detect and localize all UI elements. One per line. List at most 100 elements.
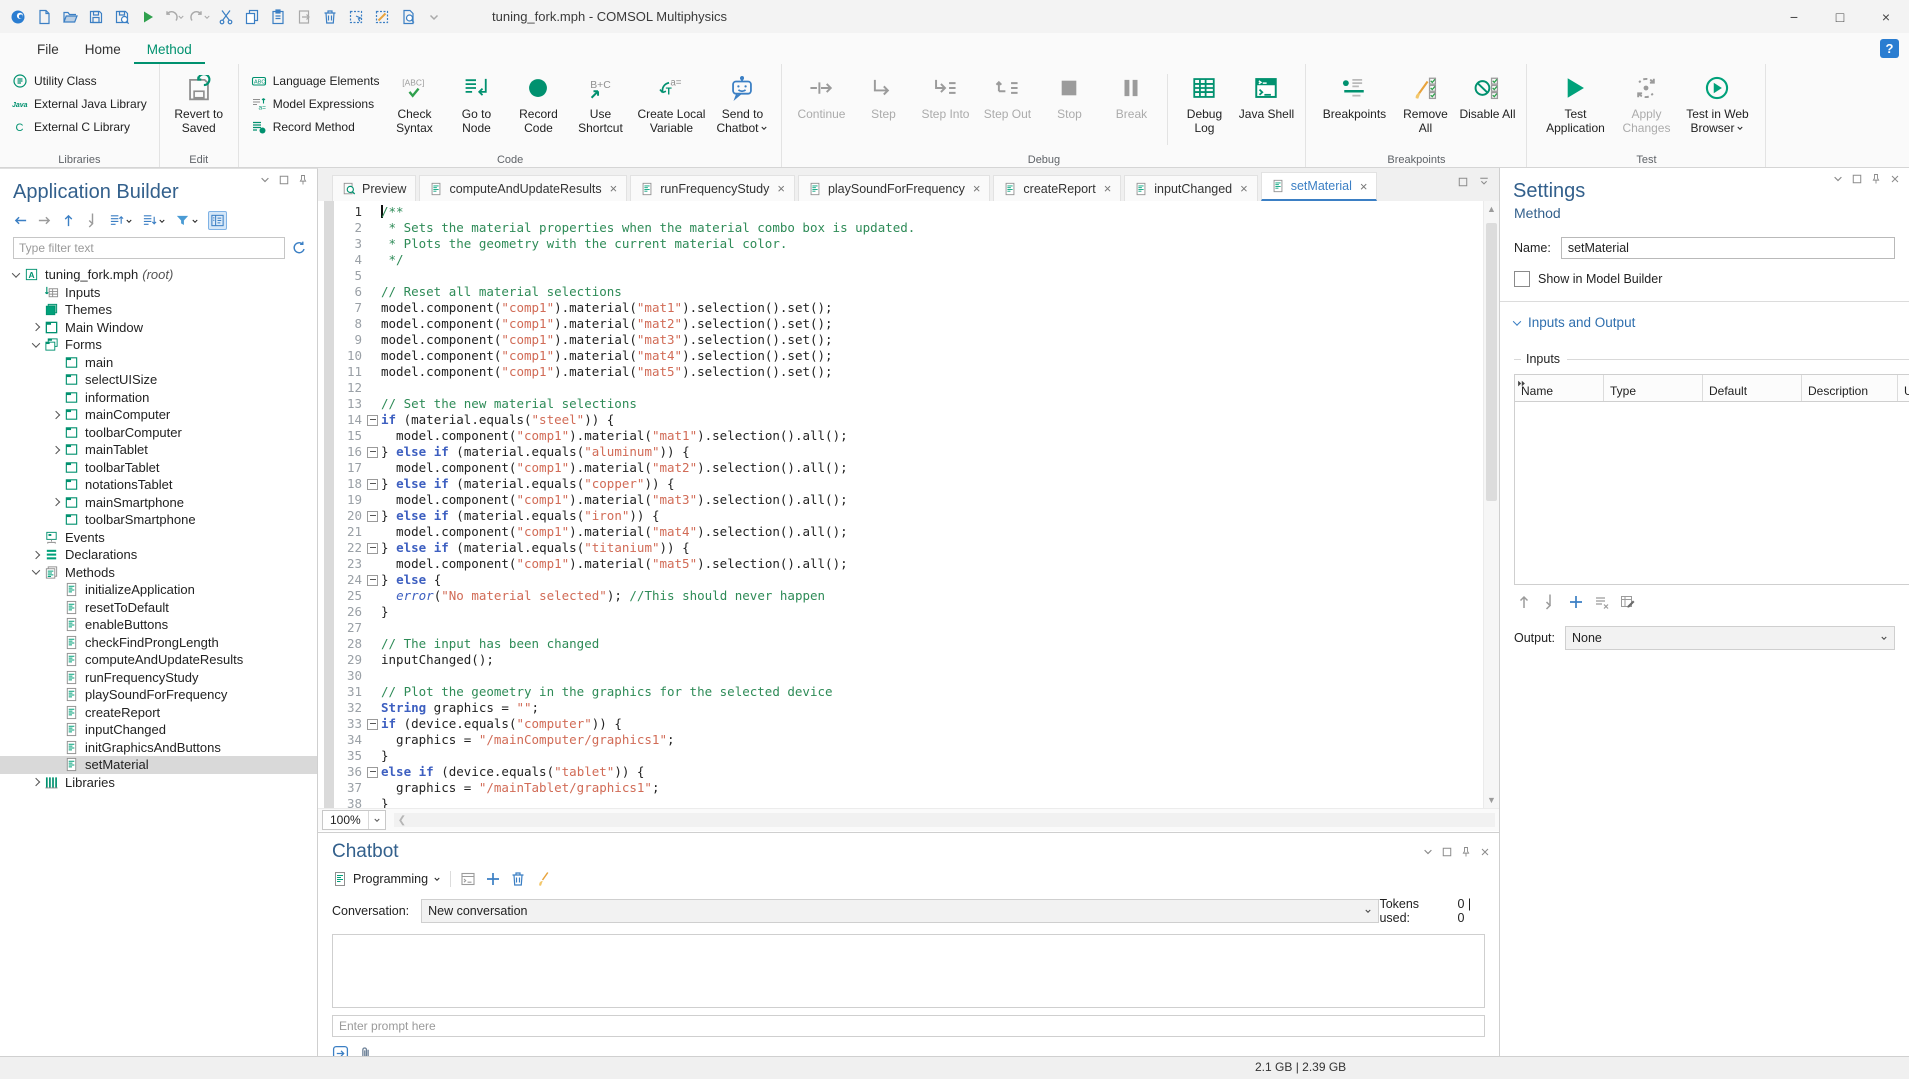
close-button[interactable]: [1479, 845, 1491, 863]
arrow-up-button[interactable]: [1516, 594, 1532, 615]
code-line[interactable]: 7model.component("comp1").material("mat1…: [334, 300, 1483, 316]
tab-setmaterial[interactable]: setMaterial×: [1261, 172, 1378, 201]
qat-save-search-button[interactable]: [110, 5, 134, 29]
code-line[interactable]: 2 * Sets the material properties when th…: [334, 220, 1483, 236]
float-button[interactable]: [1457, 175, 1469, 193]
tree-item-mainsmartphone[interactable]: mainSmartphone: [0, 494, 317, 512]
tree-item-maincomputer[interactable]: mainComputer: [0, 406, 317, 424]
fold-toggle[interactable]: [364, 716, 381, 732]
qat-paste-button[interactable]: [266, 5, 290, 29]
close-button[interactable]: ×: [1863, 0, 1909, 33]
code-line[interactable]: 30: [334, 668, 1483, 684]
fold-collapse-icon[interactable]: [367, 511, 378, 522]
tree-expander[interactable]: [8, 272, 23, 278]
menu-tab-method[interactable]: Method: [134, 37, 205, 64]
code-line[interactable]: 25 error("No material selected"); //This…: [334, 588, 1483, 604]
column-header-description[interactable]: Description: [1802, 375, 1898, 401]
tree-expander[interactable]: [28, 779, 43, 785]
chevron-down-button[interactable]: [259, 173, 271, 191]
tree-item-setmaterial[interactable]: setMaterial: [0, 756, 317, 774]
inputs-table-body[interactable]: [1515, 402, 1909, 584]
tree-item-toolbarsmartphone[interactable]: toolbarSmartphone: [0, 511, 317, 529]
tree-item-inputs[interactable]: Inputs: [0, 284, 317, 302]
tree-expander[interactable]: [48, 499, 63, 505]
code-line[interactable]: 4 */: [334, 252, 1483, 268]
tree-item-declarations[interactable]: Declarations: [0, 546, 317, 564]
tree-expander[interactable]: [28, 569, 43, 575]
tree-item-runfrequencystudy[interactable]: runFrequencyStudy: [0, 669, 317, 687]
tree-item-main-window[interactable]: Main Window: [0, 319, 317, 337]
maximize-button[interactable]: □: [1817, 0, 1863, 33]
create-local-variable-button[interactable]: a=TCreate Local Variable: [631, 68, 711, 135]
qat-undo-button[interactable]: [162, 5, 186, 29]
test-application-button[interactable]: Test Application: [1535, 68, 1615, 135]
conversation-select[interactable]: New conversation: [421, 899, 1379, 923]
fold-collapse-icon[interactable]: [367, 479, 378, 490]
inputs-and-output-section[interactable]: Inputs and Output: [1500, 302, 1909, 330]
close-icon[interactable]: ×: [610, 181, 618, 196]
pin-button[interactable]: [297, 173, 309, 191]
code-line[interactable]: 9model.component("comp1").material("mat3…: [334, 332, 1483, 348]
scrollbar-thumb[interactable]: [1486, 223, 1497, 501]
remove-all-button[interactable]: Remove All: [1394, 68, 1456, 135]
fold-toggle[interactable]: [364, 540, 381, 556]
tab-preview[interactable]: Preview: [332, 175, 416, 201]
code-line[interactable]: 16} else if (material.equals("aluminum")…: [334, 444, 1483, 460]
code-line[interactable]: 14if (material.equals("steel")) {: [334, 412, 1483, 428]
filter-input[interactable]: [13, 237, 285, 259]
vertical-scrollbar[interactable]: ▲ ▼: [1483, 201, 1499, 808]
code-line[interactable]: 21 model.component("comp1").material("ma…: [334, 524, 1483, 540]
tab-runfrequencystudy[interactable]: runFrequencyStudy×: [630, 175, 795, 201]
output-select[interactable]: None: [1565, 626, 1895, 650]
code-line[interactable]: 33if (device.equals("computer")) {: [334, 716, 1483, 732]
code-lines[interactable]: 1/**2 * Sets the material properties whe…: [334, 201, 1483, 808]
tree-item-maintablet[interactable]: mainTablet: [0, 441, 317, 459]
code-line[interactable]: 36else if (device.equals("tablet")) {: [334, 764, 1483, 780]
tree-item-initgraphicsandbuttons[interactable]: initGraphicsAndButtons: [0, 739, 317, 757]
tab-inputchanged[interactable]: inputChanged×: [1124, 175, 1257, 201]
tree-expander[interactable]: [48, 447, 63, 453]
horizontal-scrollbar[interactable]: ❮: [394, 813, 1495, 827]
qat-paste-arrow-button[interactable]: [292, 5, 316, 29]
tab-computeandupdateresults[interactable]: computeAndUpdateResults×: [419, 175, 627, 201]
code-line[interactable]: 18} else if (material.equals("copper")) …: [334, 476, 1483, 492]
fold-collapse-icon[interactable]: [367, 767, 378, 778]
code-line[interactable]: 31// Plot the geometry in the graphics f…: [334, 684, 1483, 700]
scroll-up-icon[interactable]: ▲: [1484, 204, 1499, 214]
pin-button[interactable]: [1870, 172, 1882, 190]
fold-toggle[interactable]: [364, 508, 381, 524]
zoom-control[interactable]: 100%: [322, 810, 386, 830]
close-icon[interactable]: ×: [1360, 179, 1368, 194]
code-line[interactable]: 23 model.component("comp1").material("ma…: [334, 556, 1483, 572]
code-line[interactable]: 27: [334, 620, 1483, 636]
fold-collapse-icon[interactable]: [367, 543, 378, 554]
code-line[interactable]: 1/**: [334, 204, 1483, 220]
tree-item-enablebuttons[interactable]: enableButtons: [0, 616, 317, 634]
code-line[interactable]: 3 * Plots the geometry with the current …: [334, 236, 1483, 252]
debug-log-button[interactable]: Debug Log: [1173, 68, 1235, 135]
qat-overflow-chevron-button[interactable]: [422, 5, 446, 29]
arrow-down-button[interactable]: [85, 213, 100, 228]
tree-expander[interactable]: [28, 324, 43, 330]
chevron-down-icon[interactable]: [368, 811, 385, 829]
tree-item-createreport[interactable]: createReport: [0, 704, 317, 722]
code-line[interactable]: 37 graphics = "/mainTablet/graphics1";: [334, 780, 1483, 796]
arrow-up-button[interactable]: [61, 213, 76, 228]
column-header-unit[interactable]: Unit: [1898, 375, 1909, 401]
test-in-web-browser-button[interactable]: Test in Web Browser: [1677, 68, 1757, 135]
tree-item-tuning-fork-mph[interactable]: Atuning_fork.mph(root): [0, 266, 317, 284]
chat-message-area[interactable]: [332, 934, 1485, 1008]
code-line[interactable]: 17 model.component("comp1").material("ma…: [334, 460, 1483, 476]
menu-tab-home[interactable]: Home: [72, 37, 134, 64]
tab-createreport[interactable]: createReport×: [993, 175, 1121, 201]
qat-redo-button[interactable]: [188, 5, 212, 29]
fold-collapse-icon[interactable]: [367, 415, 378, 426]
code-line[interactable]: 29inputChanged();: [334, 652, 1483, 668]
tree-item-checkfindpronglength[interactable]: checkFindProngLength: [0, 634, 317, 652]
qat-select-region-button[interactable]: [344, 5, 368, 29]
code-line[interactable]: 34 graphics = "/mainComputer/graphics1";: [334, 732, 1483, 748]
tree-item-methods[interactable]: Methods: [0, 564, 317, 582]
code-line[interactable]: 13// Set the new material selections: [334, 396, 1483, 412]
plus-button[interactable]: [485, 871, 501, 887]
column-header-default[interactable]: Default: [1703, 375, 1802, 401]
